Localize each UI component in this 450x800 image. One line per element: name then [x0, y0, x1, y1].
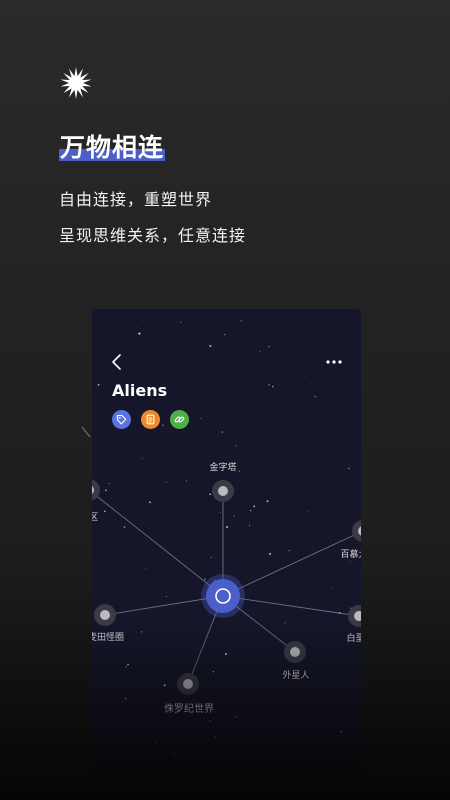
preview-card: Aliens 金字塔51区百慕大三角麦田怪圈白垩纪外星人侏罗纪世界 [92, 309, 361, 800]
graph-node-dot [218, 486, 228, 496]
center-node[interactable] [206, 579, 240, 613]
side-decoration-line [81, 426, 91, 438]
graph-node-dot [183, 679, 193, 689]
graph-edge [92, 491, 224, 597]
page-subtitle-1: 自由连接，重塑世界 [59, 190, 213, 209]
graph-node[interactable] [284, 641, 306, 663]
graph-node-label: 金字塔 [209, 463, 237, 473]
graph-node[interactable] [94, 604, 116, 626]
graph-node-dot [290, 647, 300, 657]
graph-node-label: 麦田怪圈 [92, 633, 125, 643]
graph-node[interactable] [348, 605, 361, 627]
graph-node-label: 侏罗纪世界 [164, 704, 214, 715]
page-headline: 万物相连 [59, 128, 166, 164]
graph-node[interactable] [177, 673, 199, 695]
starburst-logo [60, 67, 92, 99]
headline-text: 万物相连 [59, 128, 166, 164]
relation-graph [92, 479, 361, 695]
graph-node-label: 外星人 [282, 671, 310, 681]
graph-edge [222, 531, 361, 597]
graph-node-label: 白垩纪 [346, 634, 361, 644]
page-subtitle-2: 呈现思维关系，任意连接 [59, 226, 247, 245]
graph-node-label: 51区 [92, 513, 99, 523]
graph-node[interactable] [352, 520, 361, 542]
graph-node-label: 百慕大三角 [340, 550, 361, 560]
graph-node[interactable] [212, 480, 234, 502]
graph-node-dot [100, 610, 110, 620]
